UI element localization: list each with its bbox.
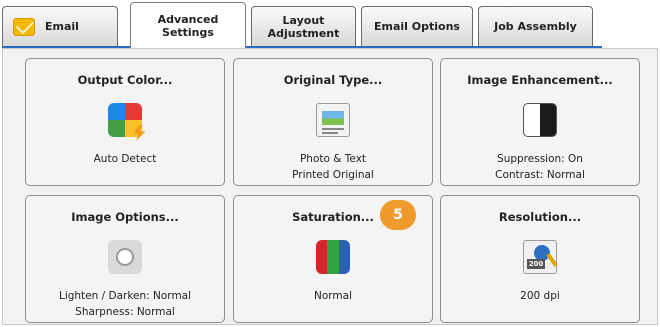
tab-email-options[interactable]: Email Options <box>361 6 473 46</box>
resolution-icon: 200 <box>523 240 558 274</box>
tile-value: Lighten / Darken: Normal Sharpness: Norm… <box>58 290 192 318</box>
resolution-button[interactable]: Resolution... 200 200 dpi <box>440 195 640 323</box>
original-type-button[interactable]: Original Type... Photo & Text Printed Or… <box>233 58 433 186</box>
saturation-icon <box>316 240 350 274</box>
step-badge: 5 <box>380 200 416 230</box>
tile-title: Image Enhancement... <box>467 73 613 87</box>
image-enhancement-button[interactable]: Image Enhancement... Suppression: On Con… <box>440 58 640 186</box>
tab-advanced-settings-label: Advanced Settings <box>157 12 219 39</box>
tab-job-assembly-label: Job Assembly <box>494 20 577 33</box>
tile-title: Output Color... <box>77 73 173 87</box>
output-color-icon <box>108 103 146 141</box>
tab-bar: Email Advanced Settings Layout Adjustmen… <box>0 0 660 48</box>
tile-value: Suppression: On Contrast: Normal <box>495 153 585 181</box>
tile-value: 200 dpi <box>520 290 560 302</box>
tile-title: Resolution... <box>498 210 582 224</box>
tile-title: Original Type... <box>283 73 383 87</box>
tab-layout-adjustment-label: Layout Adjustment <box>267 13 340 40</box>
photo-text-icon <box>316 103 350 137</box>
tile-value: Auto Detect <box>93 153 157 165</box>
brightness-icon <box>108 240 142 274</box>
mail-icon <box>13 17 35 36</box>
image-options-button[interactable]: Image Options... Lighten / Darken: Norma… <box>25 195 225 323</box>
tab-email-label: Email <box>45 20 79 33</box>
tab-job-assembly[interactable]: Job Assembly <box>478 6 593 46</box>
advanced-settings-panel: Output Color... Auto Detect Original Typ… <box>2 48 658 325</box>
tile-value: Normal <box>314 290 352 302</box>
tile-value: Photo & Text Printed Original <box>292 153 374 181</box>
output-color-button[interactable]: Output Color... Auto Detect <box>25 58 225 186</box>
tab-layout-adjustment[interactable]: Layout Adjustment <box>251 6 356 46</box>
tab-advanced-settings[interactable]: Advanced Settings <box>130 2 246 48</box>
resolution-icon-tag: 200 <box>527 259 545 269</box>
image-enhancement-icon <box>523 103 557 137</box>
tab-email[interactable]: Email <box>2 6 118 46</box>
tile-title: Image Options... <box>71 210 179 224</box>
tab-email-options-label: Email Options <box>374 20 460 33</box>
lightning-icon <box>133 125 146 141</box>
